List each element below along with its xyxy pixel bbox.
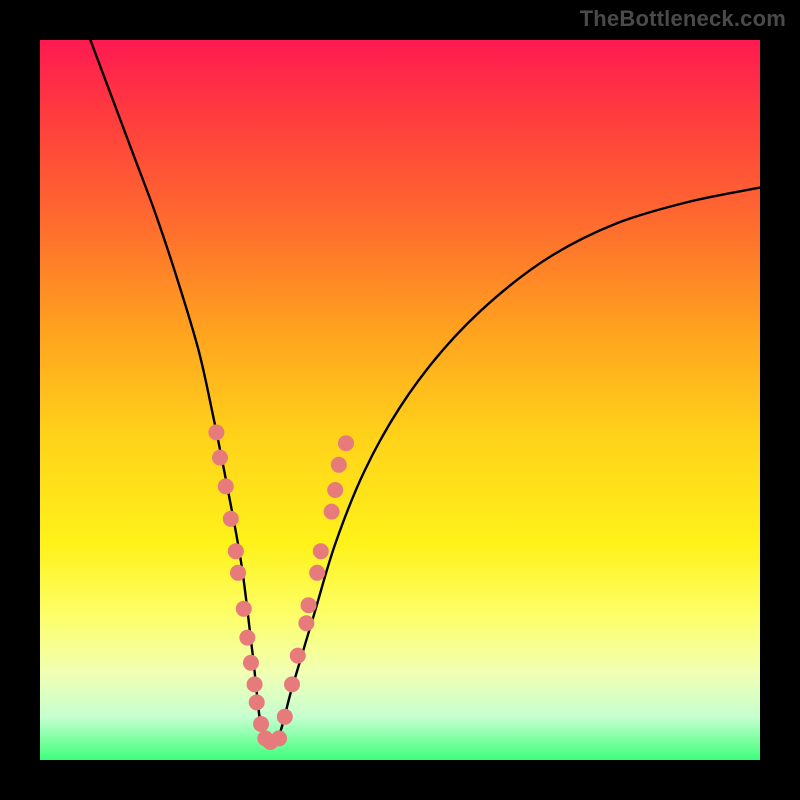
chart-svg	[40, 40, 760, 760]
watermark-text: TheBottleneck.com	[580, 6, 786, 32]
curve-marker	[277, 709, 293, 725]
curve-markers	[208, 424, 354, 750]
curve-marker	[236, 601, 252, 617]
curve-marker	[253, 716, 269, 732]
curve-marker	[243, 655, 259, 671]
curve-marker	[324, 504, 340, 520]
curve-marker	[309, 565, 325, 581]
curve-marker	[313, 543, 329, 559]
curve-marker	[301, 597, 317, 613]
curve-marker	[290, 648, 306, 664]
curve-marker	[249, 694, 265, 710]
curve-marker	[218, 478, 234, 494]
curve-marker	[338, 435, 354, 451]
plot-area	[40, 40, 760, 760]
curve-marker	[230, 565, 246, 581]
curve-marker	[239, 630, 255, 646]
curve-marker	[212, 450, 228, 466]
curve-marker	[298, 615, 314, 631]
curve-marker	[223, 511, 239, 527]
curve-marker	[284, 676, 300, 692]
curve-marker	[247, 676, 263, 692]
chart-frame: TheBottleneck.com	[0, 0, 800, 800]
curve-marker	[327, 482, 343, 498]
curve-marker	[208, 424, 224, 440]
curve-marker	[331, 457, 347, 473]
curve-marker	[271, 730, 287, 746]
bottleneck-curve	[90, 40, 760, 747]
curve-marker	[228, 543, 244, 559]
